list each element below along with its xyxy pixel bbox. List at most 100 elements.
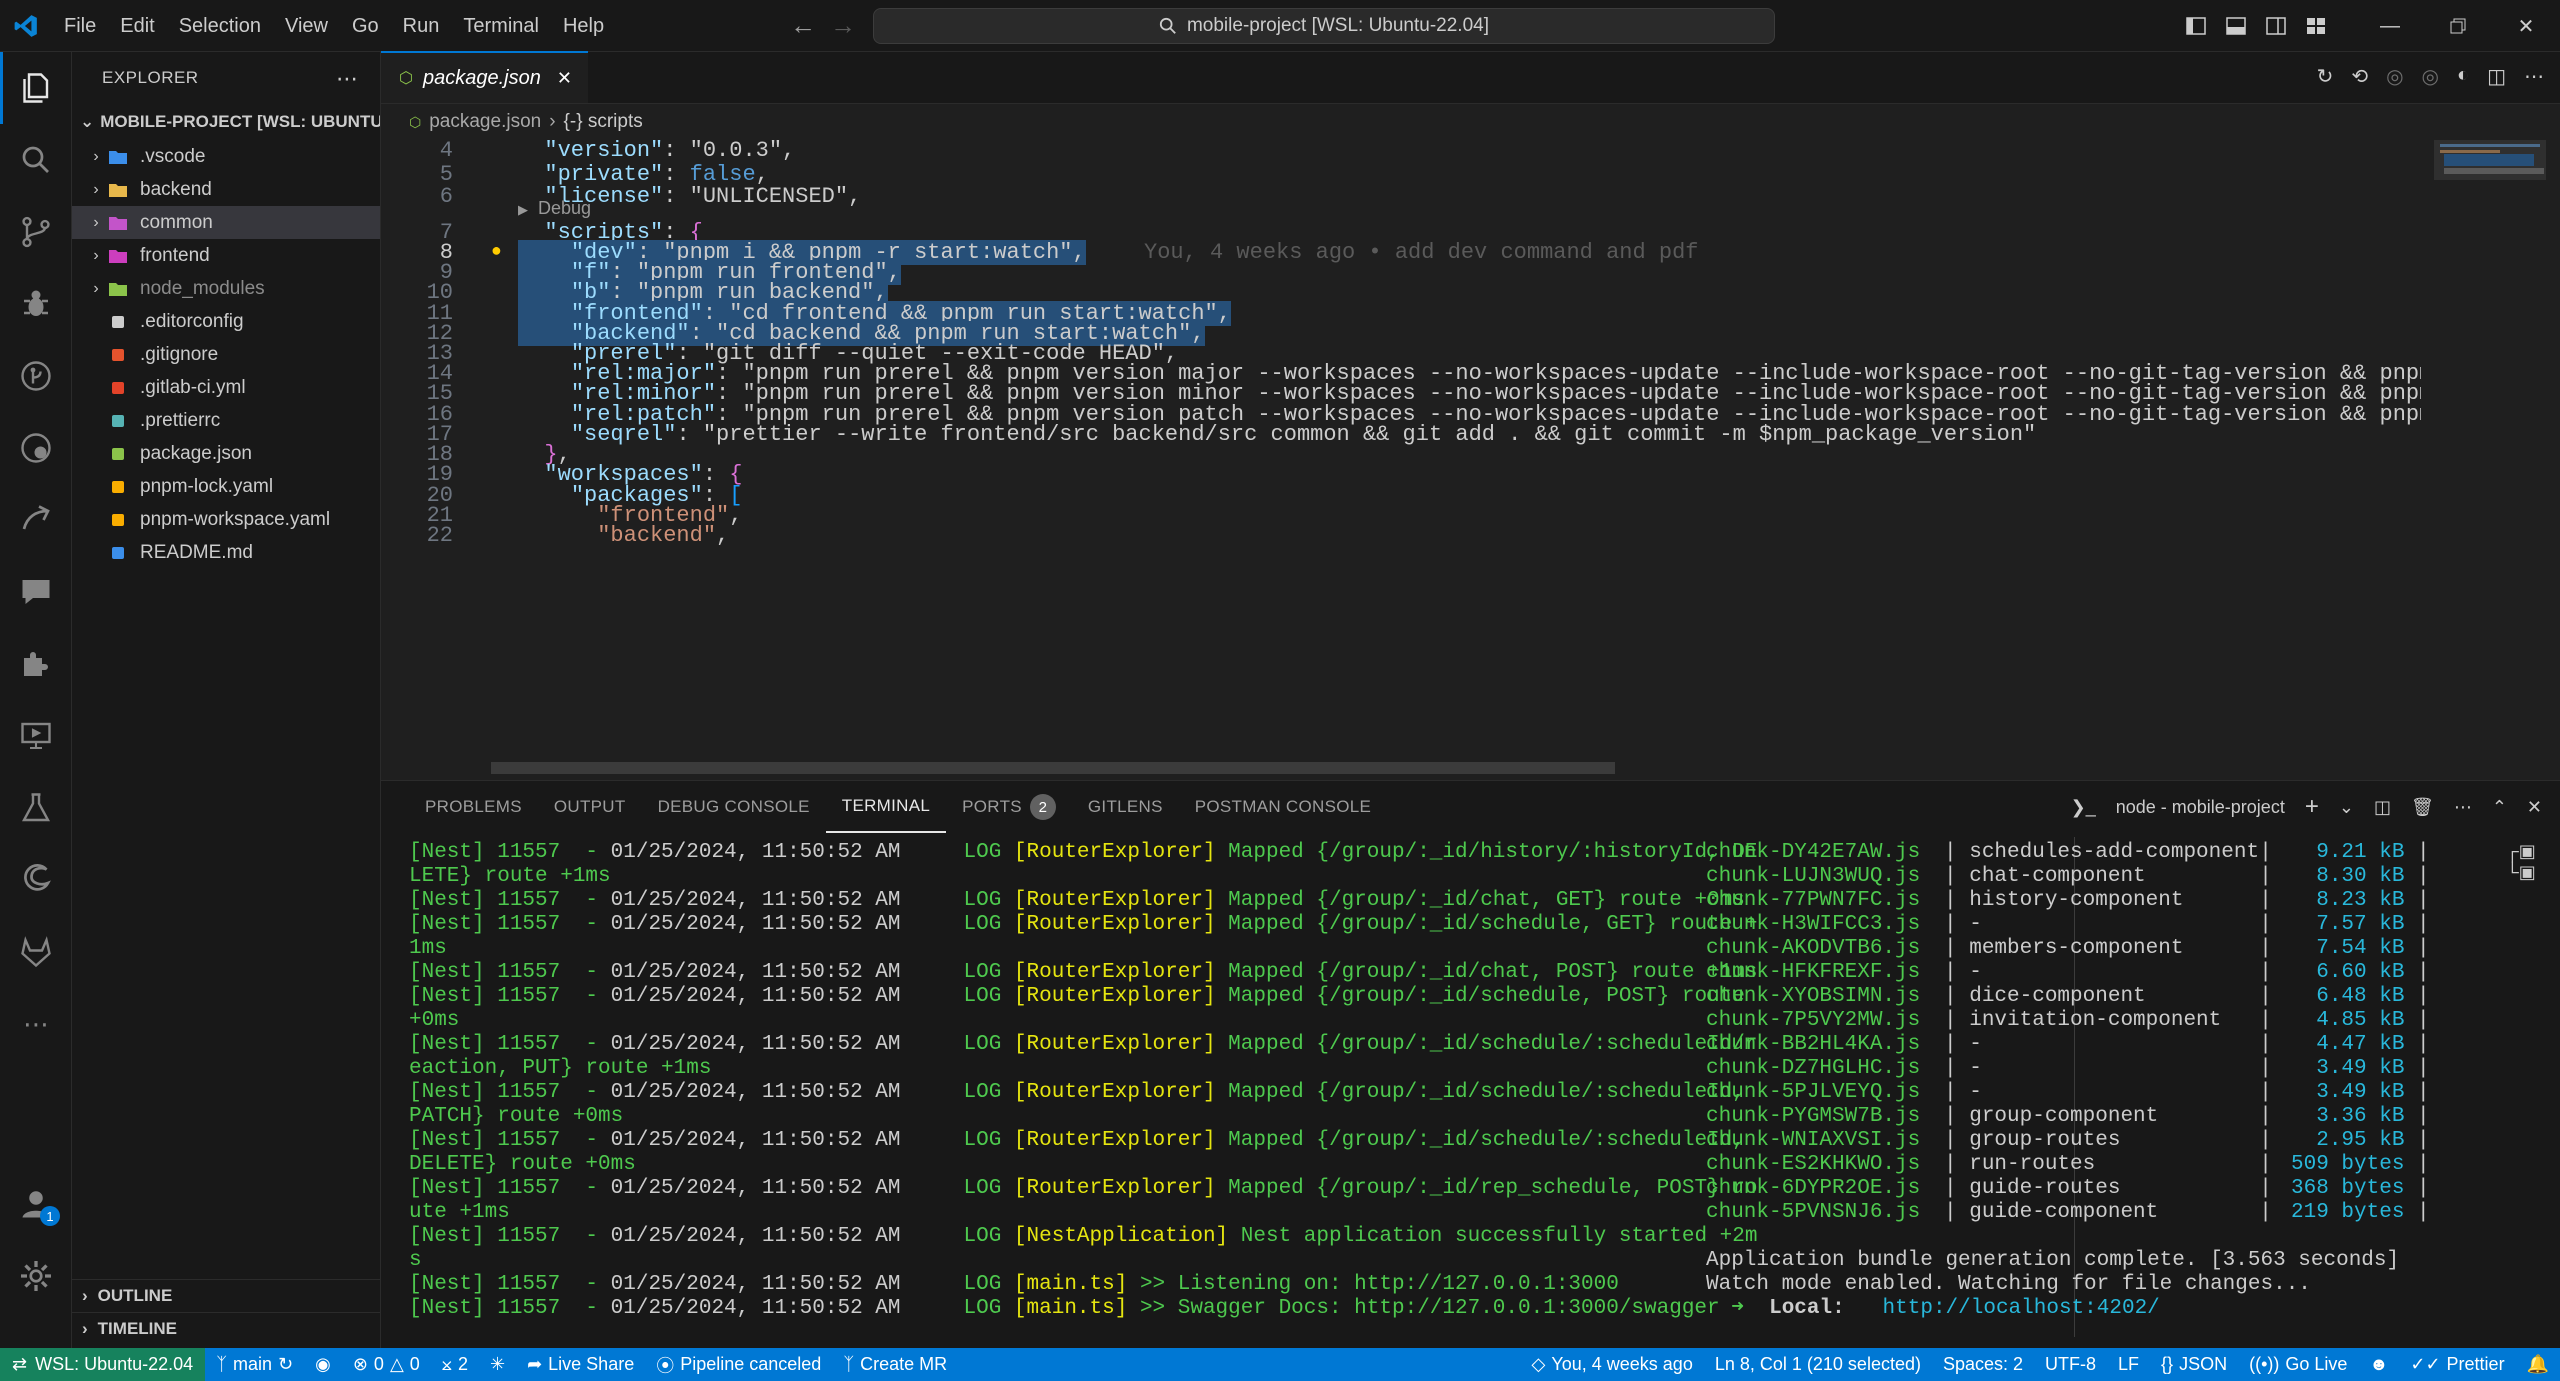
remote-explorer-icon[interactable] [0,484,72,556]
file-editorconfig[interactable]: .editorconfig [72,305,380,338]
folder-node-modules[interactable]: › node_modules [72,272,380,305]
terminal-name[interactable]: node - mobile-project [2116,797,2285,818]
breadcrumb-file[interactable]: package.json [429,111,541,133]
more-actions-icon[interactable]: ⋯ [336,66,358,92]
debug-codelens[interactable]: ▶ Debug [518,195,591,221]
command-center-search[interactable]: mobile-project [WSL: Ubuntu-22.04] [873,8,1775,44]
search-icon[interactable] [0,124,72,196]
chevron-down-icon[interactable]: ⌄ [2339,797,2354,818]
menu-view[interactable]: View [273,0,340,52]
menu-selection[interactable]: Selection [167,0,273,52]
maximize-panel-icon[interactable]: ⌃ [2492,797,2507,818]
source-control-icon[interactable] [0,196,72,268]
customize-layout-icon[interactable] [2296,0,2336,52]
indentation[interactable]: Spaces: 2 [1932,1354,2034,1375]
toggle-panel-icon[interactable] [2216,0,2256,52]
blame-indicator[interactable]: ◇ You, 4 weeks ago [1521,1354,1704,1375]
file-gitlab-ci-yml[interactable]: .gitlab-ci.yml [72,371,380,404]
folder-frontend[interactable]: › frontend [72,239,380,272]
back-arrow-icon[interactable]: ← [790,10,816,41]
menu-edit[interactable]: Edit [108,0,166,52]
code-editor[interactable]: 4 "version": "0.0.3", 5 "private": false,… [381,140,2421,780]
end-of-line[interactable]: LF [2107,1354,2150,1375]
gitlens-icon[interactable] [0,340,72,412]
accounts-icon[interactable]: 1 [0,1168,72,1240]
live-share-button[interactable]: ➦ Live Share [516,1354,645,1375]
previous-change-icon[interactable]: ◎ [2386,64,2403,89]
tab-output[interactable]: OUTPUT [538,781,642,833]
more-actions-icon[interactable]: ⋯ [2454,797,2472,818]
copilot-status-icon[interactable]: ☻ [2358,1354,2399,1375]
gitlab-icon[interactable] [0,916,72,988]
tab-debug-console[interactable]: DEBUG CONSOLE [642,781,826,833]
close-panel-icon[interactable]: ✕ [2527,797,2542,818]
more-actions-icon[interactable]: ⋯ [2524,64,2544,89]
outline-section[interactable]: › OUTLINE [72,1279,381,1312]
menu-help[interactable]: Help [551,0,616,52]
go-live-button[interactable]: ((•)) Go Live [2238,1354,2358,1375]
forward-arrow-icon[interactable]: → [830,10,856,41]
breadcrumb-symbol[interactable]: {-} scripts [564,111,643,133]
menu-terminal[interactable]: Terminal [451,0,551,52]
minimap[interactable] [2430,140,2550,780]
restore-icon[interactable] [2424,0,2492,52]
timeline-section[interactable]: › TIMELINE [72,1312,381,1345]
toggle-primary-sidebar-icon[interactable] [2176,0,2216,52]
menu-file[interactable]: File [52,0,108,52]
gitlens-history-icon[interactable]: ↻ [2317,64,2334,89]
notifications-bell-icon[interactable]: 🔔 [2516,1354,2560,1375]
tab-terminal[interactable]: TERMINAL [825,781,947,833]
gitlens-inspect-icon[interactable] [0,412,72,484]
menu-run[interactable]: Run [391,0,452,52]
split-terminal-icon[interactable]: ◫ [2374,797,2391,818]
testing-icon[interactable] [0,772,72,844]
more-views-icon[interactable]: ⋯ [0,988,72,1060]
file-pnpm-lock-yaml[interactable]: pnpm-lock.yaml [72,470,380,503]
kill-terminal-icon[interactable]: 🗑 [2411,797,2434,818]
branch-indicator[interactable]: ᛉ main ↻ [205,1354,304,1375]
file-pnpm-workspace-yaml[interactable]: pnpm-workspace.yaml [72,503,380,536]
close-window-icon[interactable]: ✕ [2492,0,2560,52]
open-changes-icon[interactable]: ⟲ [2351,64,2368,89]
tab-postman-console[interactable]: POSTMAN CONSOLE [1179,781,1387,833]
language-mode[interactable]: {} JSON [2150,1354,2238,1375]
problems-indicator[interactable]: ⊗ 0 △ 0 [342,1354,431,1375]
tab-package-json[interactable]: ⬡ package.json ✕ [381,51,588,103]
tab-ports[interactable]: PORTS 2 [946,781,1072,833]
new-terminal-icon[interactable]: + [2305,793,2319,821]
manage-gear-icon[interactable] [0,1240,72,1312]
create-mr-button[interactable]: ᛉ Create MR [832,1354,958,1375]
gitlens-inspect-icon[interactable]: ◐ [2457,64,2469,89]
ports-indicator[interactable]: ⨲ 2 [431,1354,479,1375]
minimize-icon[interactable]: — [2356,0,2424,52]
split-editor-icon[interactable]: ◫ [2487,64,2506,89]
prettier-status[interactable]: ✓✓ Prettier [2399,1354,2515,1375]
file-readme-md[interactable]: README.md [72,536,380,569]
folder-backend[interactable]: › backend [72,173,380,206]
folder-common[interactable]: › common [72,206,380,239]
comments-icon[interactable] [0,556,72,628]
next-change-icon[interactable]: ◎ [2422,64,2439,89]
close-tab-icon[interactable]: ✕ [557,68,572,89]
toggle-secondary-sidebar-icon[interactable] [2256,0,2296,52]
remote-desktop-icon[interactable] [0,700,72,772]
cursor-position[interactable]: Ln 8, Col 1 (210 selected) [1704,1354,1932,1375]
file-prettierrc[interactable]: .prettierrc [72,404,380,437]
tab-gitlens[interactable]: GITLENS [1072,781,1179,833]
encoding[interactable]: UTF-8 [2034,1354,2107,1375]
horizontal-scrollbar[interactable] [491,762,1615,774]
workspace-root-folder[interactable]: ⌄ MOBILE-PROJECT [WSL: UBUNTU... [72,104,380,140]
gitlens-status[interactable]: ◉ [304,1354,342,1375]
file-gitignore[interactable]: .gitignore [72,338,380,371]
terminal-right-output[interactable]: chunk-DY42E7AW.js | schedules-add-compone… [1706,841,2506,1321]
terminal-instance-icon[interactable]: ┌▣ [2506,841,2544,862]
file-package-json[interactable]: package.json [72,437,380,470]
terminal-instance-icon[interactable]: └▣ [2506,862,2544,883]
extensions-icon[interactable] [0,628,72,700]
pipeline-status[interactable]: ⦿ Pipeline canceled [645,1352,832,1378]
remote-indicator[interactable]: ⇄ WSL: Ubuntu-22.04 [0,1348,206,1381]
copilot-icon[interactable]: ✳ [479,1354,516,1375]
tab-problems[interactable]: PROBLEMS [409,781,538,833]
explorer-icon[interactable] [0,52,72,124]
run-debug-icon[interactable] [0,268,72,340]
